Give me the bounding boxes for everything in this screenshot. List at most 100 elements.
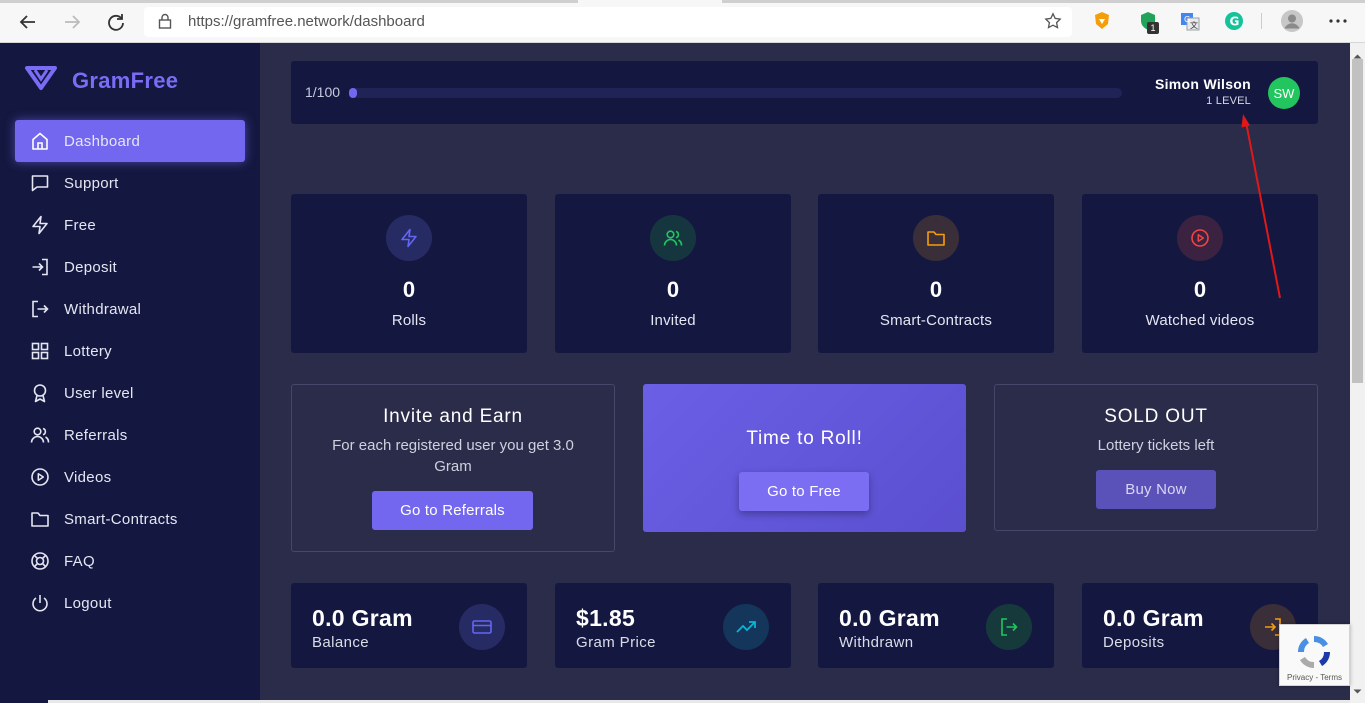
invite-subtitle: For each registered user you get 3.0 Gra… [332, 437, 574, 475]
sidebar-item-user-level[interactable]: User level [15, 372, 245, 414]
go-to-free-button[interactable]: Go to Free [739, 472, 869, 511]
stat-card-invited: 0 Invited [555, 194, 791, 353]
power-icon [30, 593, 50, 613]
recaptcha-icon [1295, 633, 1333, 676]
sidebar-item-free[interactable]: Free [15, 204, 245, 246]
scroll-down-icon[interactable] [1353, 682, 1362, 700]
sidebar-item-label: Referrals [64, 426, 128, 444]
recaptcha-badge[interactable]: Privacy - Terms [1279, 624, 1350, 686]
deposits-label: Deposits [1103, 634, 1165, 651]
folder-icon [30, 509, 50, 529]
lightning-icon [386, 215, 432, 261]
sidebar-item-support[interactable]: Support [15, 162, 245, 204]
more-menu-icon[interactable] [1328, 11, 1348, 31]
sidebar-item-smart-contracts[interactable]: Smart-Contracts [15, 498, 245, 540]
sidebar: GramFree Dashboard Support Free Deposit … [0, 43, 260, 703]
brand-logo[interactable]: GramFree [24, 65, 178, 96]
withdrawn-value: 0.0 Gram [839, 605, 940, 631]
balance-card: 0.0 Gram Balance [291, 583, 527, 668]
withdrawn-label: Withdrawn [839, 634, 914, 651]
forward-icon[interactable] [60, 10, 84, 34]
sidebar-item-label: Withdrawal [64, 300, 142, 318]
sidebar-item-faq[interactable]: FAQ [15, 540, 245, 582]
stat-card-rolls: 0 Rolls [291, 194, 527, 353]
sidebar-item-logout[interactable]: Logout [15, 582, 245, 624]
sidebar-item-dashboard[interactable]: Dashboard [15, 120, 245, 162]
sidebar-item-label: Smart-Contracts [64, 510, 178, 528]
progress-fill [349, 88, 357, 98]
brave-shield-icon[interactable] [1092, 11, 1112, 31]
go-to-referrals-button[interactable]: Go to Referrals [372, 491, 533, 530]
translate-icon[interactable]: G文 [1180, 11, 1200, 31]
sidebar-item-deposit[interactable]: Deposit [15, 246, 245, 288]
svg-text:文: 文 [1190, 20, 1198, 30]
buy-now-button[interactable]: Buy Now [1096, 470, 1216, 509]
sidebar-item-label: Free [64, 216, 97, 234]
sidebar-item-label: Logout [64, 594, 112, 612]
toolbar-divider [1261, 13, 1262, 29]
brand-name: GramFree [72, 67, 179, 93]
stat-card-smart-contracts: 0 Smart-Contracts [818, 194, 1054, 353]
address-bar[interactable]: https://gramfree.network/dashboard [144, 7, 1072, 37]
play-circle-icon [30, 467, 50, 487]
login-icon [30, 257, 50, 277]
lock-icon [158, 13, 172, 34]
sidebar-item-lottery[interactable]: Lottery [15, 330, 245, 372]
gramfree-logo-icon [24, 65, 58, 96]
grammarly-icon[interactable]: G [1224, 11, 1244, 31]
user-name[interactable]: Simon Wilson [1155, 76, 1251, 92]
grid-icon [30, 341, 50, 361]
gram-price-value: $1.85 [576, 605, 636, 631]
recaptcha-text[interactable]: Privacy - Terms [1280, 673, 1349, 682]
stat-value: 0 [402, 277, 416, 302]
user-level: 1 LEVEL [1206, 95, 1251, 107]
sidebar-item-label: Dashboard [64, 132, 141, 150]
sidebar-item-withdrawal[interactable]: Withdrawal [15, 288, 245, 330]
sidebar-item-label: Support [64, 174, 119, 192]
main-content: 1/100 Simon Wilson 1 LEVEL SW 0 Rolls 0 … [260, 43, 1350, 703]
url-text: https://gramfree.network/dashboard [188, 13, 425, 30]
lottery-title: SOLD OUT [1104, 406, 1208, 427]
progress-track [349, 88, 1122, 98]
folder-icon [913, 215, 959, 261]
logout-arrow-icon [986, 604, 1032, 650]
lifebuoy-icon [30, 551, 50, 571]
sidebar-item-label: User level [64, 384, 134, 402]
stat-label: Smart-Contracts [879, 312, 993, 329]
progress-label: 1/100 [305, 84, 341, 100]
stat-label: Invited [650, 312, 696, 329]
logout-arrow-icon [30, 299, 50, 319]
reload-icon[interactable] [104, 10, 128, 34]
lottery-card: SOLD OUT Lottery tickets left Buy Now [994, 384, 1318, 531]
scrollbar-thumb[interactable] [1352, 59, 1363, 383]
sidebar-item-label: FAQ [64, 552, 95, 570]
stat-label: Watched videos [1145, 312, 1255, 329]
sidebar-item-videos[interactable]: Videos [15, 456, 245, 498]
balance-label: Balance [312, 634, 370, 651]
invite-title: Invite and Earn [383, 406, 523, 427]
lottery-subtitle: Lottery tickets left [1097, 437, 1215, 454]
sidebar-item-label: Deposit [64, 258, 117, 276]
roll-title: Time to Roll! [746, 428, 863, 449]
extension-badge: 1 [1147, 22, 1159, 34]
stat-card-watched-videos: 0 Watched videos [1082, 194, 1318, 353]
sidebar-item-referrals[interactable]: Referrals [15, 414, 245, 456]
profile-icon[interactable] [1281, 10, 1303, 32]
avatar[interactable]: SW [1268, 77, 1300, 109]
gram-price-label: Gram Price [576, 634, 656, 651]
user-progress-bar: 1/100 Simon Wilson 1 LEVEL SW [291, 61, 1318, 124]
stat-value: 0 [1193, 277, 1207, 302]
sidebar-item-label: Videos [64, 468, 112, 486]
svg-text:G: G [1230, 15, 1240, 29]
users-icon [30, 425, 50, 445]
scrollbar[interactable] [1350, 43, 1365, 703]
extension-shield-icon[interactable]: 1 [1138, 11, 1159, 34]
roll-card: Time to Roll! Go to Free [643, 384, 966, 532]
back-icon[interactable] [16, 10, 40, 34]
browser-toolbar: https://gramfree.network/dashboard 1 G文 … [0, 0, 1365, 43]
gram-price-card: $1.85 Gram Price [555, 583, 791, 668]
users-icon [650, 215, 696, 261]
star-icon[interactable] [1044, 12, 1062, 35]
sidebar-item-label: Lottery [64, 342, 112, 360]
chat-icon [30, 173, 50, 193]
